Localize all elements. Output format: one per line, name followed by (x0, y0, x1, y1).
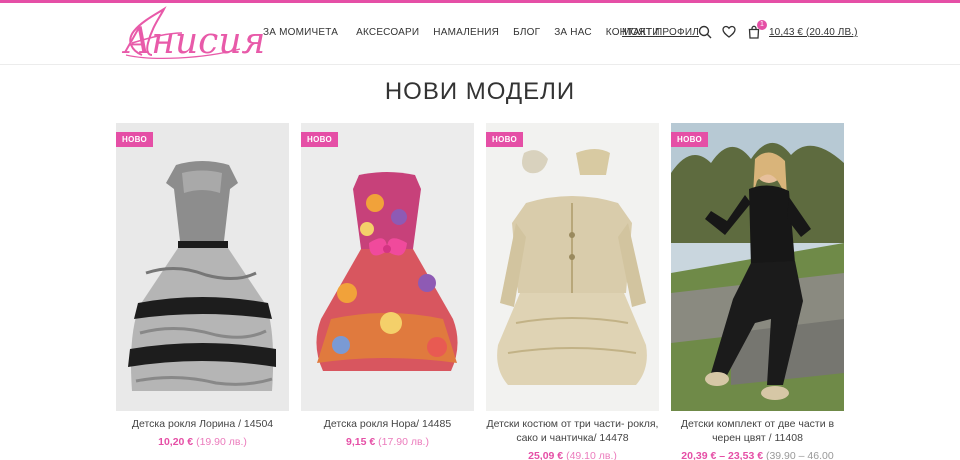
search-icon[interactable] (698, 25, 714, 41)
price-bgn: (19.90 лв.) (196, 436, 247, 448)
product-price: 20,39 € – 23,53 € (39.90 – 46.00 (671, 450, 844, 460)
nav-item-accessories[interactable]: АКСЕСОАРИ (356, 27, 419, 38)
nav-item-girls[interactable]: ЗА МОМИЧЕТА (263, 27, 338, 38)
section-title: НОВИ МОДЕЛИ (384, 78, 576, 105)
site-header: Анисия ЗА МОМИЧЕТА АКСЕСОАРИ НАМАЛЕНИЯ Б… (0, 3, 960, 65)
new-badge: НОВО (486, 132, 524, 147)
new-badge: НОВО (116, 132, 154, 147)
product-image[interactable]: НОВО (301, 123, 474, 411)
new-badge: НОВО (301, 132, 339, 147)
product-price: 9,15 € (17.90 лв.) (301, 436, 474, 449)
product-card[interactable]: НОВО Детски комплект от две части в чере… (671, 123, 844, 460)
product-name[interactable]: Детска рокля Нора/ 14485 (301, 417, 474, 431)
price-bgn: (49.10 лв.) (566, 450, 617, 460)
product-image[interactable]: НОВО (671, 123, 844, 411)
price-eur: 9,15 € (346, 436, 376, 448)
dress-grey-black-image (116, 123, 289, 411)
price-bgn: (17.90 лв.) (378, 436, 429, 448)
model-black-set-image (671, 123, 844, 411)
product-name[interactable]: Детски комплект от две части в черен цвя… (671, 417, 844, 445)
product-image[interactable]: НОВО (116, 123, 289, 411)
nav-item-about[interactable]: ЗА НАС (554, 27, 592, 38)
suit-beige-image (486, 123, 659, 411)
logo-wordmark: Анисия (124, 21, 266, 62)
product-card[interactable]: НОВО Детски костюм от три части- рокля, … (486, 123, 659, 460)
cart-count-badge: 1 (757, 20, 767, 30)
my-profile-link[interactable]: МОЯТ ПРОФИЛ (622, 27, 699, 38)
price-eur: 10,20 € (158, 436, 194, 448)
nav-item-sale[interactable]: НАМАЛЕНИЯ (433, 27, 499, 38)
dress-floral-image (301, 123, 474, 411)
product-name[interactable]: Детски костюм от три части- рокля, сако … (486, 417, 659, 445)
product-price: 10,20 € (19.90 лв.) (116, 436, 289, 449)
product-price: 25,09 € (49.10 лв.) (486, 450, 659, 460)
nav-item-blog[interactable]: БЛОГ (513, 27, 540, 38)
product-name[interactable]: Детска рокля Лорина / 14504 (116, 417, 289, 431)
price-eur: 20,39 € – 23,53 € (681, 450, 764, 460)
product-image[interactable]: НОВО (486, 123, 659, 411)
price-bgn: (39.90 – 46.00 (765, 450, 834, 460)
product-card[interactable]: НОВО Детска рокля Нора/ 14485 9,15 € (17… (301, 123, 474, 449)
wishlist-heart-icon[interactable] (722, 25, 738, 41)
product-card[interactable]: НОВО Детска рокля Лорина / 14504 10,20 €… (116, 123, 289, 449)
main-navigation: ЗА МОМИЧЕТА АКСЕСОАРИ НАМАЛЕНИЯ БЛОГ ЗА … (263, 27, 674, 38)
cart-total[interactable]: 10,43 € (20.40 ЛВ.) (769, 27, 858, 38)
new-badge: НОВО (671, 132, 709, 147)
brand-logo[interactable]: Анисия (112, 3, 265, 65)
price-eur: 25,09 € (528, 450, 564, 460)
